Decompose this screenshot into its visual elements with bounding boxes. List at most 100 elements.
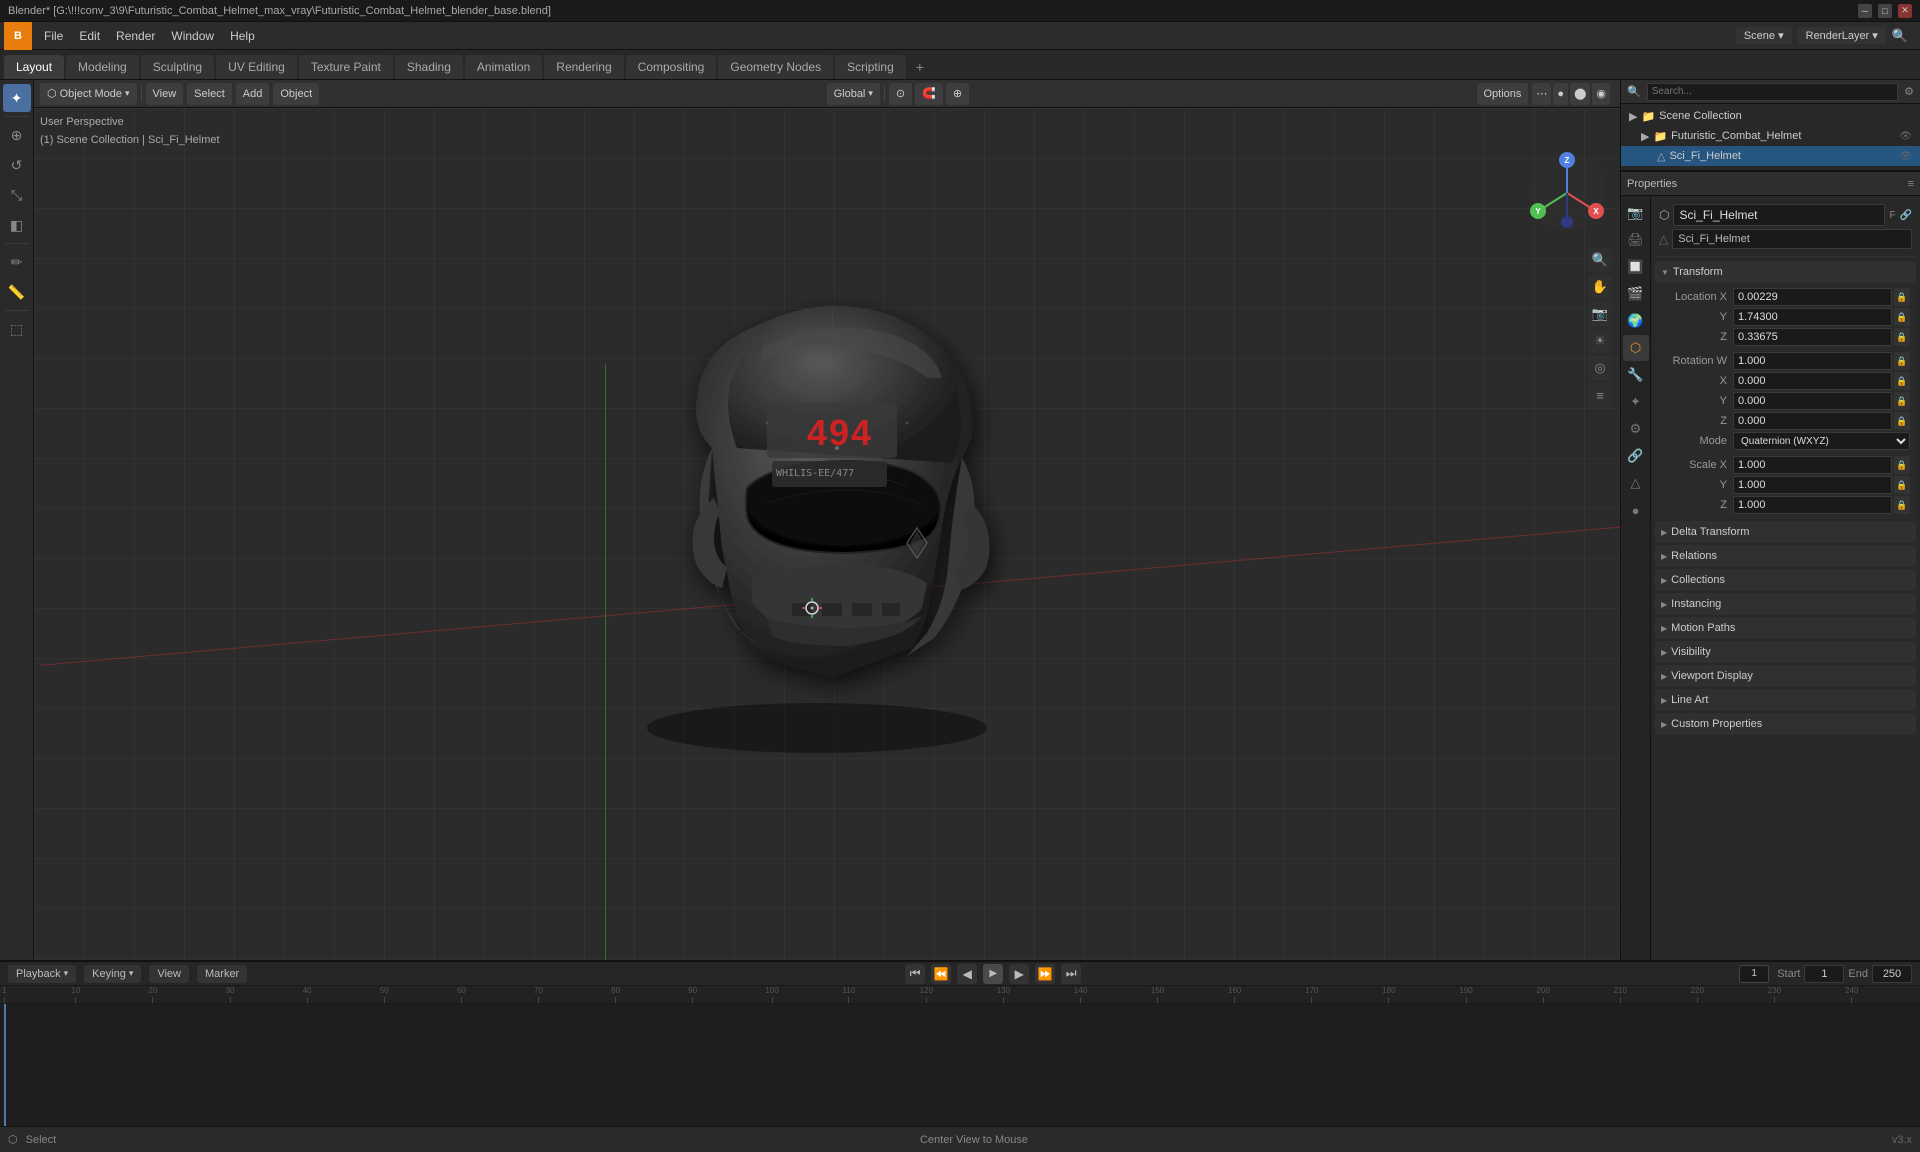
delta-transform-header[interactable]: ▶ Delta Transform bbox=[1655, 521, 1916, 543]
collections-header[interactable]: ▶ Collections bbox=[1655, 569, 1916, 591]
pan-icon[interactable]: ✋ bbox=[1588, 275, 1612, 299]
nav-gizmo[interactable]: Z X Y bbox=[1522, 148, 1612, 238]
close-button[interactable]: ✕ bbox=[1898, 4, 1912, 18]
camera-view-icon[interactable]: 📷 bbox=[1588, 302, 1612, 326]
constraints-tab[interactable]: 🔗 bbox=[1623, 443, 1649, 469]
custom-props-header[interactable]: ▶ Custom Properties bbox=[1655, 713, 1916, 735]
sci-fi-helmet-object[interactable]: △ Sci_Fi_Helmet 👁 bbox=[1621, 146, 1920, 166]
visibility-icon[interactable]: 👁 bbox=[1899, 131, 1912, 142]
rendered-btn[interactable]: ◉ bbox=[1592, 83, 1610, 105]
scale-z-input[interactable] bbox=[1733, 496, 1892, 514]
relations-header[interactable]: ▶ Relations bbox=[1655, 545, 1916, 567]
transform-space[interactable]: Global ▾ bbox=[827, 83, 880, 105]
proportional-edit-btn[interactable]: ⊕ bbox=[946, 83, 969, 105]
scene-collection-item[interactable]: ▶ 📁 Scene Collection bbox=[1621, 106, 1920, 126]
add-primitive-button[interactable]: ⬚ bbox=[3, 315, 31, 343]
jump-to-start-button[interactable]: ⏮ bbox=[905, 964, 925, 984]
rotation-mode-select[interactable]: Quaternion (WXYZ) XYZ Euler Axis Angle bbox=[1733, 432, 1910, 450]
object-tab[interactable]: ⬡ bbox=[1623, 335, 1649, 361]
tab-sculpting[interactable]: Sculpting bbox=[141, 55, 214, 79]
rotation-z-link[interactable]: 🔒 bbox=[1894, 412, 1910, 430]
tab-geometry-nodes[interactable]: Geometry Nodes bbox=[718, 55, 833, 79]
step-back-button[interactable]: ◀ bbox=[957, 964, 977, 984]
tab-layout[interactable]: Layout bbox=[4, 55, 64, 79]
tab-animation[interactable]: Animation bbox=[465, 55, 542, 79]
scale-x-link[interactable]: 🔒 bbox=[1894, 456, 1910, 474]
tab-compositing[interactable]: Compositing bbox=[626, 55, 717, 79]
viewport-display-header[interactable]: ▶ Viewport Display bbox=[1655, 665, 1916, 687]
keying-menu[interactable]: Keying ▾ bbox=[84, 965, 141, 983]
material-tab[interactable]: ● bbox=[1623, 497, 1649, 523]
fake-user-btn[interactable]: F bbox=[1889, 210, 1895, 221]
viewport-body[interactable]: User Perspective (1) Scene Collection | … bbox=[34, 108, 1620, 960]
start-frame-input[interactable] bbox=[1804, 965, 1844, 983]
location-z-link[interactable]: 🔒 bbox=[1894, 328, 1910, 346]
snap-btn[interactable]: 🧲 bbox=[915, 83, 943, 105]
menu-render[interactable]: Render bbox=[108, 26, 163, 46]
location-x-input[interactable] bbox=[1733, 288, 1892, 306]
marker-menu[interactable]: Marker bbox=[197, 965, 247, 983]
scene-selector[interactable]: Scene ▾ bbox=[1736, 27, 1792, 44]
add-workspace-button[interactable]: + bbox=[908, 55, 932, 79]
tab-shading[interactable]: Shading bbox=[395, 55, 463, 79]
scale-x-input[interactable] bbox=[1733, 456, 1892, 474]
step-forward-button[interactable]: ▶ bbox=[1009, 964, 1029, 984]
transform-section-header[interactable]: ▼ Transform bbox=[1655, 261, 1916, 283]
menu-edit[interactable]: Edit bbox=[71, 26, 108, 46]
end-frame-input[interactable] bbox=[1872, 965, 1912, 983]
add-menu[interactable]: Add bbox=[236, 83, 270, 105]
rotation-x-link[interactable]: 🔒 bbox=[1894, 372, 1910, 390]
gizmo-icon[interactable]: ≡ bbox=[1588, 383, 1612, 407]
rotation-x-input[interactable] bbox=[1733, 372, 1892, 390]
wireframe-btn[interactable]: ⋯ bbox=[1532, 83, 1551, 105]
scene-tab[interactable]: 🎬 bbox=[1623, 281, 1649, 307]
scale-z-link[interactable]: 🔒 bbox=[1894, 496, 1910, 514]
particles-tab[interactable]: ✦ bbox=[1623, 389, 1649, 415]
output-properties-tab[interactable]: 🖨 bbox=[1623, 227, 1649, 253]
location-x-link[interactable]: 🔒 bbox=[1894, 288, 1910, 306]
object-data-input[interactable] bbox=[1672, 229, 1912, 249]
tab-uv-editing[interactable]: UV Editing bbox=[216, 55, 297, 79]
viewport[interactable]: ⬡ Object Mode ▾ View Select Add Object bbox=[34, 80, 1620, 960]
scale-y-input[interactable] bbox=[1733, 476, 1892, 494]
visibility-header[interactable]: ▶ Visibility bbox=[1655, 641, 1916, 663]
rotation-w-input[interactable] bbox=[1733, 352, 1892, 370]
zoom-icon[interactable]: 🔍 bbox=[1588, 248, 1612, 272]
timeline-content[interactable] bbox=[0, 1004, 1920, 1126]
jump-to-end-button[interactable]: ⏭ bbox=[1061, 964, 1081, 984]
current-frame-input[interactable] bbox=[1739, 965, 1769, 983]
viewport-render-icon[interactable]: ☀ bbox=[1588, 329, 1612, 353]
scale-tool-button[interactable]: ⤡ bbox=[3, 181, 31, 209]
line-art-header[interactable]: ▶ Line Art bbox=[1655, 689, 1916, 711]
render-properties-tab[interactable]: 📷 bbox=[1623, 200, 1649, 226]
tab-scripting[interactable]: Scripting bbox=[835, 55, 906, 79]
data-link-icon[interactable]: 🔗 bbox=[1900, 210, 1912, 221]
maximize-button[interactable]: □ bbox=[1878, 4, 1892, 18]
mode-selector[interactable]: ⬡ Object Mode ▾ bbox=[40, 83, 137, 105]
object-visibility-icon[interactable]: 👁 bbox=[1899, 151, 1912, 162]
instancing-header[interactable]: ▶ Instancing bbox=[1655, 593, 1916, 615]
measure-tool-button[interactable]: 📏 bbox=[3, 278, 31, 306]
pivot-btn[interactable]: ⊙ bbox=[889, 83, 912, 105]
rotate-tool-button[interactable]: ↺ bbox=[3, 151, 31, 179]
futuristic-helmet-collection[interactable]: ▶ 📁 Futuristic_Combat_Helmet 👁 bbox=[1621, 126, 1920, 146]
tab-modeling[interactable]: Modeling bbox=[66, 55, 139, 79]
solid-btn[interactable]: ● bbox=[1553, 83, 1568, 105]
minimize-button[interactable]: ─ bbox=[1858, 4, 1872, 18]
material-preview-btn[interactable]: ⬤ bbox=[1570, 83, 1590, 105]
header-search-icon[interactable]: 🔍 bbox=[1892, 28, 1908, 44]
object-menu[interactable]: Object bbox=[273, 83, 319, 105]
move-tool-button[interactable]: ⊕ bbox=[3, 121, 31, 149]
render-layer-selector[interactable]: RenderLayer ▾ bbox=[1798, 27, 1886, 44]
data-tab[interactable]: △ bbox=[1623, 470, 1649, 496]
annotate-tool-button[interactable]: ✏ bbox=[3, 248, 31, 276]
world-tab[interactable]: 🌍 bbox=[1623, 308, 1649, 334]
motion-paths-header[interactable]: ▶ Motion Paths bbox=[1655, 617, 1916, 639]
rotation-y-input[interactable] bbox=[1733, 392, 1892, 410]
object-name-input[interactable] bbox=[1673, 204, 1885, 226]
physics-tab[interactable]: ⚙ bbox=[1623, 416, 1649, 442]
options-button[interactable]: Options bbox=[1477, 83, 1529, 105]
rotation-z-input[interactable] bbox=[1733, 412, 1892, 430]
overlay-icon[interactable]: ◎ bbox=[1588, 356, 1612, 380]
tab-texture-paint[interactable]: Texture Paint bbox=[299, 55, 393, 79]
